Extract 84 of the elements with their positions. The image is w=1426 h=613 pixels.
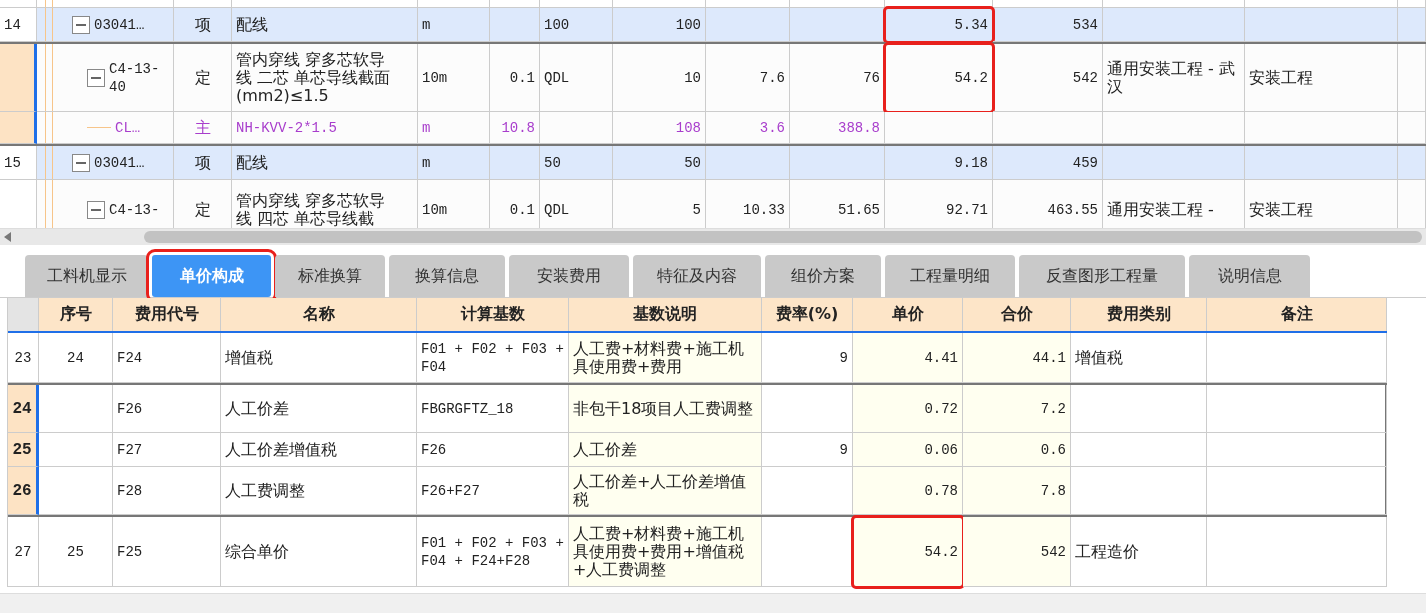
item-row[interactable]: 14 03041… 项 配线 m 100 100 5.34 534	[0, 8, 1426, 42]
table-cell: 人工费调整	[221, 467, 417, 515]
table-cell: 108	[613, 112, 706, 144]
table-cell: 非包干18项目人工费调整	[569, 385, 762, 433]
table-cell: F28	[113, 467, 221, 515]
item-code: 03041…	[94, 153, 145, 172]
table-row[interactable]: 25 F27 人工价差增值税 F26 人工价差 9 0.06 0.6	[8, 433, 1387, 467]
table-row[interactable]: 24 F26 人工价差 FBGRGFTZ_18 非包干18项目人工费调整 0.72 7.2	[8, 383, 1387, 433]
item-code: 03041…	[94, 15, 145, 34]
scrollbar-thumb[interactable]	[144, 231, 1422, 243]
table-cell: F24	[113, 333, 221, 383]
table-cell: 54.2	[885, 44, 993, 112]
table-cell: 人工费+材料费+施工机具使用费+费用+增值税+人工费调整	[569, 517, 762, 587]
table-cell: 3.6	[706, 112, 790, 144]
collapse-icon[interactable]	[87, 68, 105, 87]
tab[interactable]: 工程量明细	[885, 255, 1015, 297]
tab[interactable]: 标准换算	[275, 255, 385, 297]
table-row[interactable]: 23 24 F24 增值税 F01 + F02 + F03 + F04 人工费+材料费+施工机具使用费+费用 9 4.41 44.1 增值税	[8, 333, 1387, 383]
tab[interactable]: 安装费用	[509, 255, 629, 297]
column-header: 费率(%)	[762, 298, 853, 331]
row-number: 23	[8, 333, 39, 383]
item-row[interactable]: CL… 主 NH-KVV-2*1.5 m 10.8 108 3.6 388.8	[0, 112, 1426, 146]
row-number: 26	[8, 467, 39, 515]
tab[interactable]: 组价方案	[765, 255, 881, 297]
table-cell: 工程造价	[1071, 517, 1207, 587]
column-header: 合价	[963, 298, 1071, 331]
column-header: 费用类别	[1071, 298, 1207, 331]
collapse-icon[interactable]	[72, 153, 90, 172]
column-header: 名称	[221, 298, 417, 331]
horizontal-scrollbar[interactable]	[0, 229, 1426, 245]
table-cell: 5.34	[885, 8, 993, 42]
table-cell: F27	[113, 433, 221, 467]
table-cell: 人工费+材料费+施工机具使用费+费用	[569, 333, 762, 383]
table-cell: 0.6	[963, 433, 1071, 467]
table-cell: 7.8	[963, 467, 1071, 515]
column-header: 计算基数	[417, 298, 569, 331]
table-cell: 人工价差增值税	[221, 433, 417, 467]
item-code: C4-13-40	[109, 59, 161, 96]
tab[interactable]: 换算信息	[389, 255, 505, 297]
scroll-left-icon[interactable]	[4, 232, 12, 242]
row-number: 27	[8, 517, 39, 587]
table-cell: 542	[963, 517, 1071, 587]
table-cell: 综合单价	[221, 517, 417, 587]
table-cell: 388.8	[790, 112, 885, 144]
table-cell: 0.78	[853, 467, 963, 515]
tab[interactable]: 工料机显示	[25, 255, 148, 297]
item-code: CL…	[115, 118, 141, 137]
table-cell: 54.2	[853, 517, 963, 587]
table-cell: 增值税	[1071, 333, 1207, 383]
table-cell: 25	[39, 517, 113, 587]
table-cell: 人工价差	[221, 385, 417, 433]
column-header: 费用代号	[113, 298, 221, 331]
table-row[interactable]: 26 F28 人工费调整 F26+F27 人工价差+人工价差增值税 0.78 7.8	[8, 467, 1387, 517]
table-cell: 10.8	[490, 112, 540, 144]
tab[interactable]: 说明信息	[1189, 255, 1310, 297]
table-cell: 7.2	[963, 385, 1071, 433]
column-header: 序号	[39, 298, 113, 331]
collapse-icon[interactable]	[72, 15, 90, 34]
row-number: 14	[0, 8, 37, 42]
table-cell: 人工价差	[569, 433, 762, 467]
row-number: 24	[8, 385, 39, 433]
table-cell: 增值税	[221, 333, 417, 383]
table-cell: 主	[174, 112, 232, 144]
table-cell: 4.41	[853, 333, 963, 383]
item-row[interactable]: 15 03041… 项 配线 m 50 50 9.18 459	[0, 146, 1426, 180]
row-number: 25	[8, 433, 39, 467]
table-cell: F26	[113, 385, 221, 433]
table-cell: 人工价差+人工价差增值税	[569, 467, 762, 515]
tab[interactable]: 特征及内容	[633, 255, 761, 297]
table-cell: F25	[113, 517, 221, 587]
table-cell: m	[418, 112, 490, 144]
table-cell: 24	[39, 333, 113, 383]
column-header: 基数说明	[569, 298, 762, 331]
table-cell: NH-KVV-2*1.5	[232, 112, 418, 144]
item-code: C4-13-	[109, 200, 160, 219]
table-cell	[1398, 112, 1426, 144]
table-cell: 44.1	[963, 333, 1071, 383]
tab[interactable]: 反查图形工程量	[1019, 255, 1185, 297]
column-header: 单价	[853, 298, 963, 331]
row-number: 15	[0, 146, 37, 180]
collapse-icon[interactable]	[87, 200, 105, 219]
table-cell: 0.72	[853, 385, 963, 433]
column-header: 备注	[1207, 298, 1387, 331]
table-cell: 0.06	[853, 433, 963, 467]
